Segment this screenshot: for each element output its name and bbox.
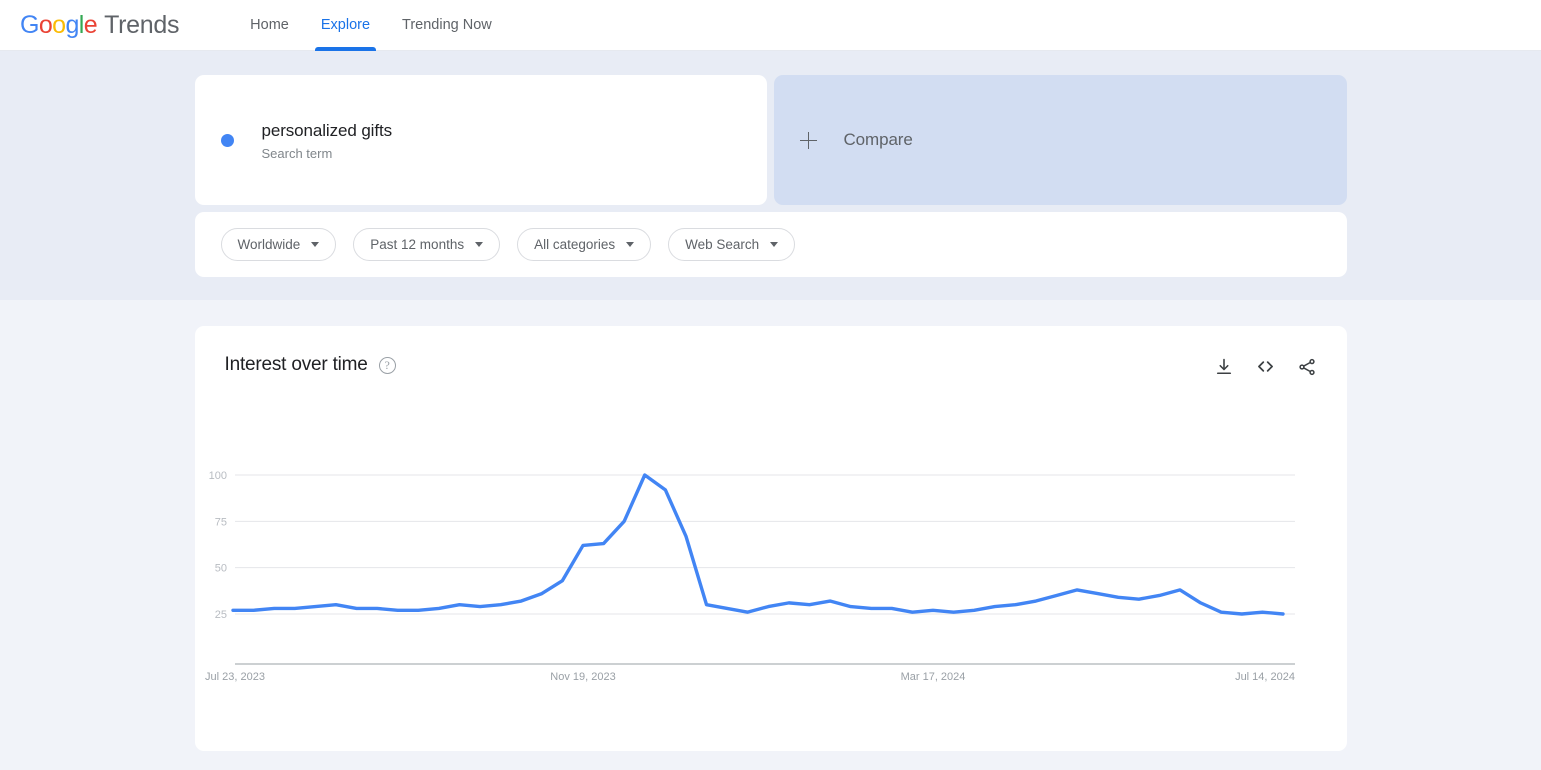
chevron-down-icon [311, 242, 320, 247]
chart-gridlines [234, 474, 1295, 615]
filter-category-label: All categories [534, 237, 616, 252]
filter-search-type[interactable]: Web Search [668, 228, 796, 261]
chart-x-axis-labels: Jul 23, 2023 Nov 19, 2023 Mar 17, 2024 Jul … [205, 671, 1295, 683]
logo-letter-o1: o [38, 10, 53, 39]
compare-label: Compare [843, 130, 913, 149]
x-tick-label: Jul 23, 2023 [205, 671, 265, 683]
embed-icon[interactable] [1255, 356, 1276, 377]
filter-location-label: Worldwide [237, 237, 301, 252]
search-term-label: personalized gifts [261, 120, 393, 140]
nav-item-explore[interactable]: Explore [305, 0, 386, 51]
x-tick-label: Jul 14, 2024 [1235, 671, 1295, 683]
y-tick-label: 50 [214, 563, 226, 575]
results-band: Interest over time ? 25 50 75 100 Jul 23… [0, 300, 1541, 751]
download-icon[interactable] [1214, 357, 1234, 377]
nav-item-home[interactable]: Home [234, 0, 305, 51]
product-name: Trends [104, 10, 180, 39]
filters-bar: Worldwide Past 12 months All categories … [194, 212, 1347, 277]
x-tick-label: Mar 17, 2024 [900, 671, 965, 683]
chart-header: Interest over time ? [225, 354, 1317, 377]
chart-actions [1214, 354, 1317, 377]
page-title: Interest over time [224, 354, 368, 375]
interest-over-time-chart: 25 50 75 100 Jul 23, 2023 Nov 19, 2023 Mar 17… [205, 470, 1295, 683]
share-icon[interactable] [1297, 357, 1317, 377]
search-term-card[interactable]: personalized gifts Search term [194, 75, 767, 205]
y-tick-label: 25 [214, 609, 226, 621]
logo-letter-e: e [83, 10, 98, 39]
top-navigation-bar: Google Trends Home Explore Trending Now [0, 0, 1541, 51]
compare-button[interactable]: Compare [773, 75, 1347, 205]
filter-search-type-label: Web Search [685, 237, 760, 252]
google-wordmark: Google [20, 10, 98, 40]
search-terms-row: personalized gifts Search term Compare [194, 75, 1347, 205]
chart-data-line [230, 473, 1285, 616]
filter-time-range[interactable]: Past 12 months [353, 228, 501, 261]
x-tick-label: Nov 19, 2023 [550, 671, 615, 683]
logo-letter-g: G [20, 10, 39, 39]
logo-letter-o2: o [52, 10, 66, 39]
series-color-dot-icon [220, 133, 234, 147]
nav-item-trending-now[interactable]: Trending Now [386, 0, 508, 51]
chart-y-axis-labels: 25 50 75 100 [208, 470, 226, 621]
main-nav: Home Explore Trending Now [234, 0, 508, 51]
y-tick-label: 75 [214, 516, 226, 528]
filter-time-range-label: Past 12 months [370, 237, 465, 252]
help-icon[interactable]: ? [378, 356, 396, 374]
y-tick-label: 100 [208, 470, 226, 482]
chevron-down-icon [770, 242, 779, 247]
chart-title-group: Interest over time ? [225, 354, 396, 376]
chevron-down-icon [626, 242, 635, 247]
query-controls-band: personalized gifts Search term Compare W… [0, 51, 1541, 300]
chevron-down-icon [475, 242, 484, 247]
search-term-type: Search term [261, 146, 333, 162]
logo-letter-g2: g [65, 10, 79, 39]
google-trends-logo[interactable]: Google Trends [20, 11, 179, 40]
interest-over-time-card: Interest over time ? 25 50 75 100 Jul 23… [194, 326, 1347, 751]
plus-icon [799, 131, 817, 149]
filter-location[interactable]: Worldwide [220, 228, 337, 261]
filter-category[interactable]: All categories [517, 228, 652, 261]
